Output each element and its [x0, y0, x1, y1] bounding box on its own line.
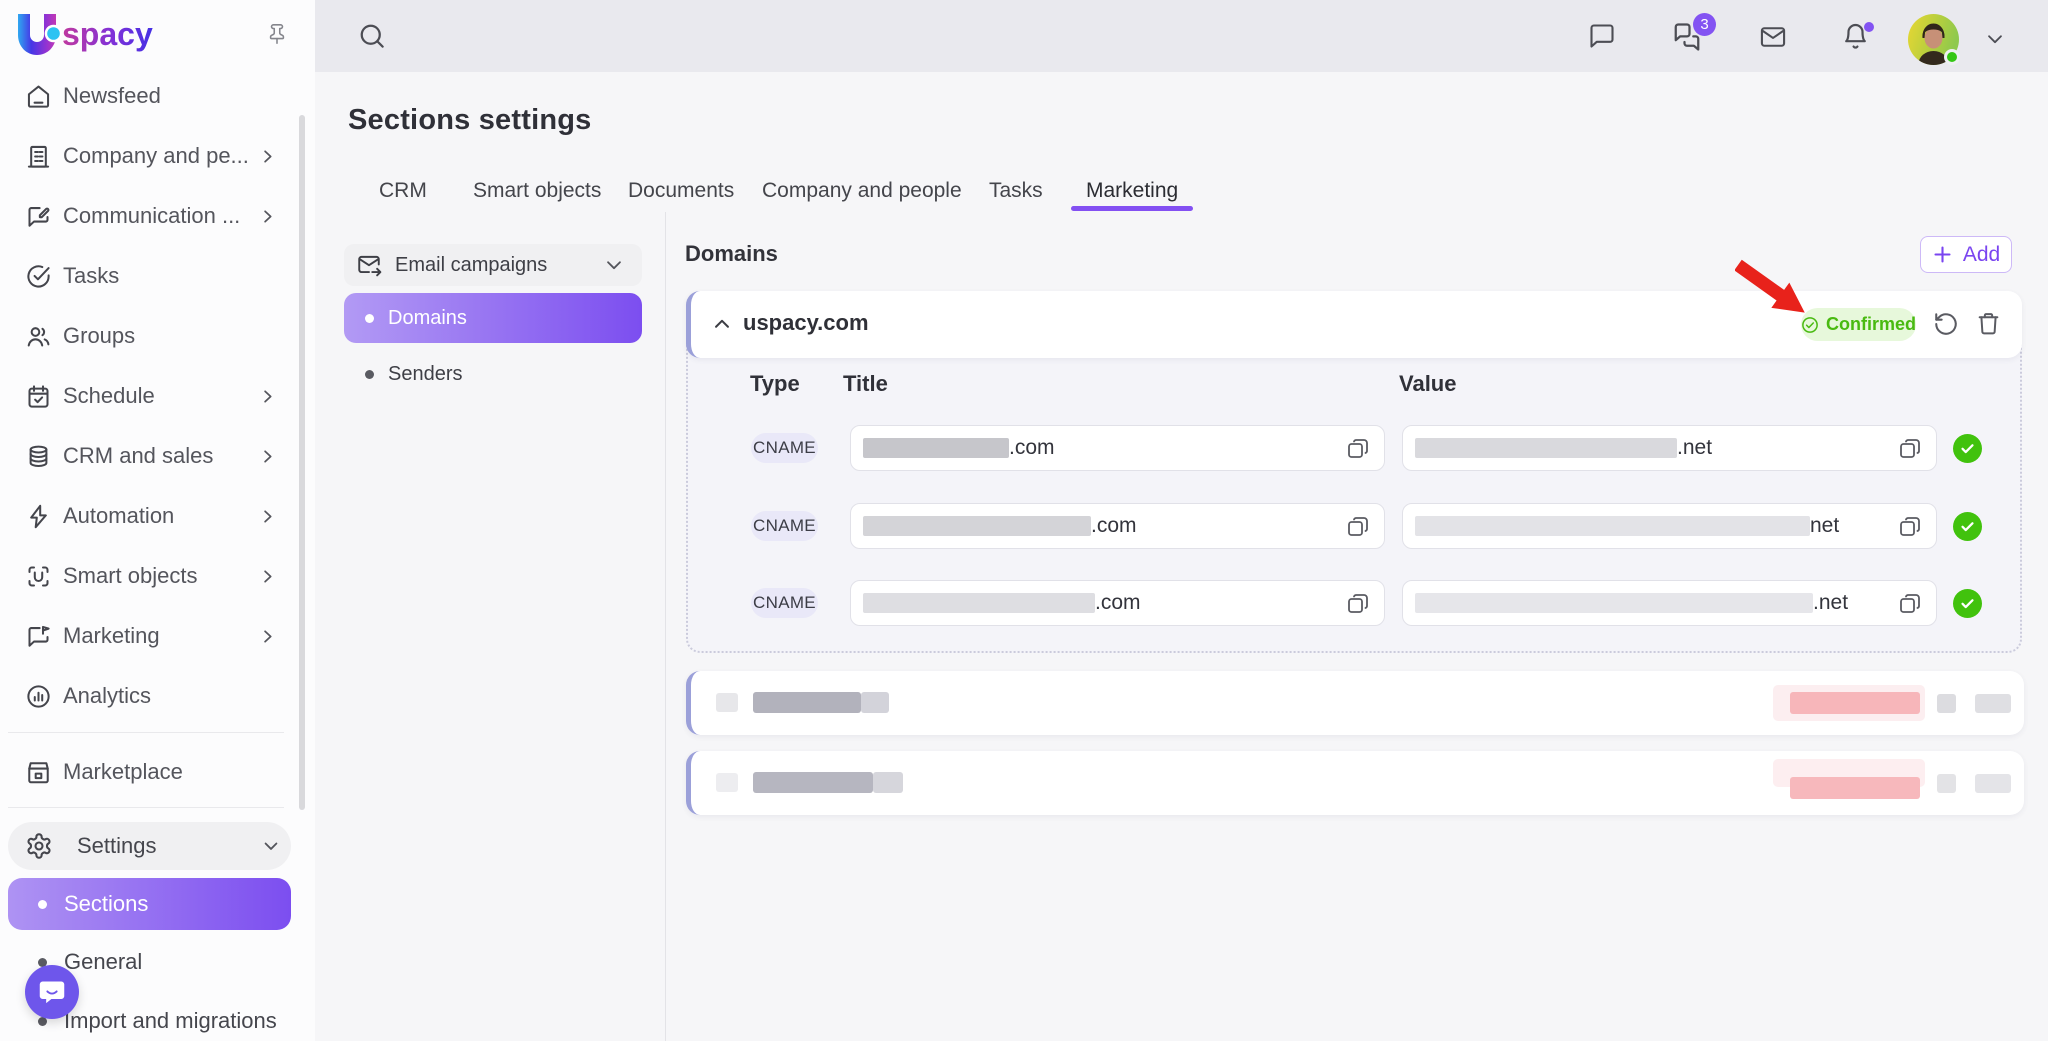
svg-text:spacy: spacy [62, 16, 153, 52]
